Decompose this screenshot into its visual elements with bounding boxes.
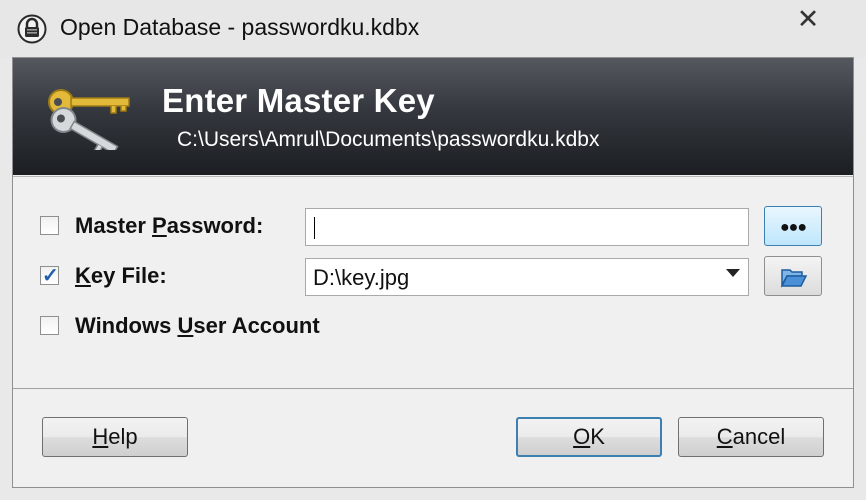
windows-account-label[interactable]: Windows User Account <box>75 313 320 339</box>
banner-title: Enter Master Key <box>162 82 435 119</box>
cancel-button[interactable]: Cancel <box>678 417 824 457</box>
key-file-dropdown[interactable]: D:\key.jpg <box>305 258 749 296</box>
chevron-down-icon <box>726 269 740 277</box>
dots-icon: ●●● <box>780 219 807 236</box>
key-file-value: D:\key.jpg <box>313 265 410 290</box>
text-caret <box>314 217 315 239</box>
header-banner: Enter Master Key C:\Users\Amrul\Document… <box>13 58 853 175</box>
close-button[interactable]: ✕ <box>787 4 829 34</box>
window-title: Open Database - passwordku.kdbx <box>60 14 420 40</box>
footer-divider <box>13 388 853 389</box>
reveal-password-button[interactable]: ●●● <box>764 206 822 246</box>
database-path: C:\Users\Amrul\Documents\passwordku.kdbx <box>177 128 600 151</box>
keepass-lock-icon <box>17 14 47 44</box>
browse-key-file-button[interactable] <box>764 256 822 296</box>
master-password-checkbox[interactable] <box>40 216 59 235</box>
help-button[interactable]: Help <box>42 417 188 457</box>
windows-account-checkbox[interactable] <box>40 316 59 335</box>
title-bar: Open Database - passwordku.kdbx ✕ <box>0 0 866 58</box>
ok-button[interactable]: OK <box>516 417 662 457</box>
key-file-label[interactable]: Key File: <box>75 263 167 289</box>
close-icon: ✕ <box>796 4 820 34</box>
master-password-label[interactable]: Master Password: <box>75 213 263 239</box>
folder-open-icon <box>780 269 808 288</box>
key-file-checkbox[interactable]: ✓ <box>40 265 59 287</box>
keys-icon <box>41 80 141 158</box>
master-password-input[interactable] <box>305 208 749 246</box>
checkmark-icon: ✓ <box>42 265 59 287</box>
banner-divider <box>13 176 853 177</box>
